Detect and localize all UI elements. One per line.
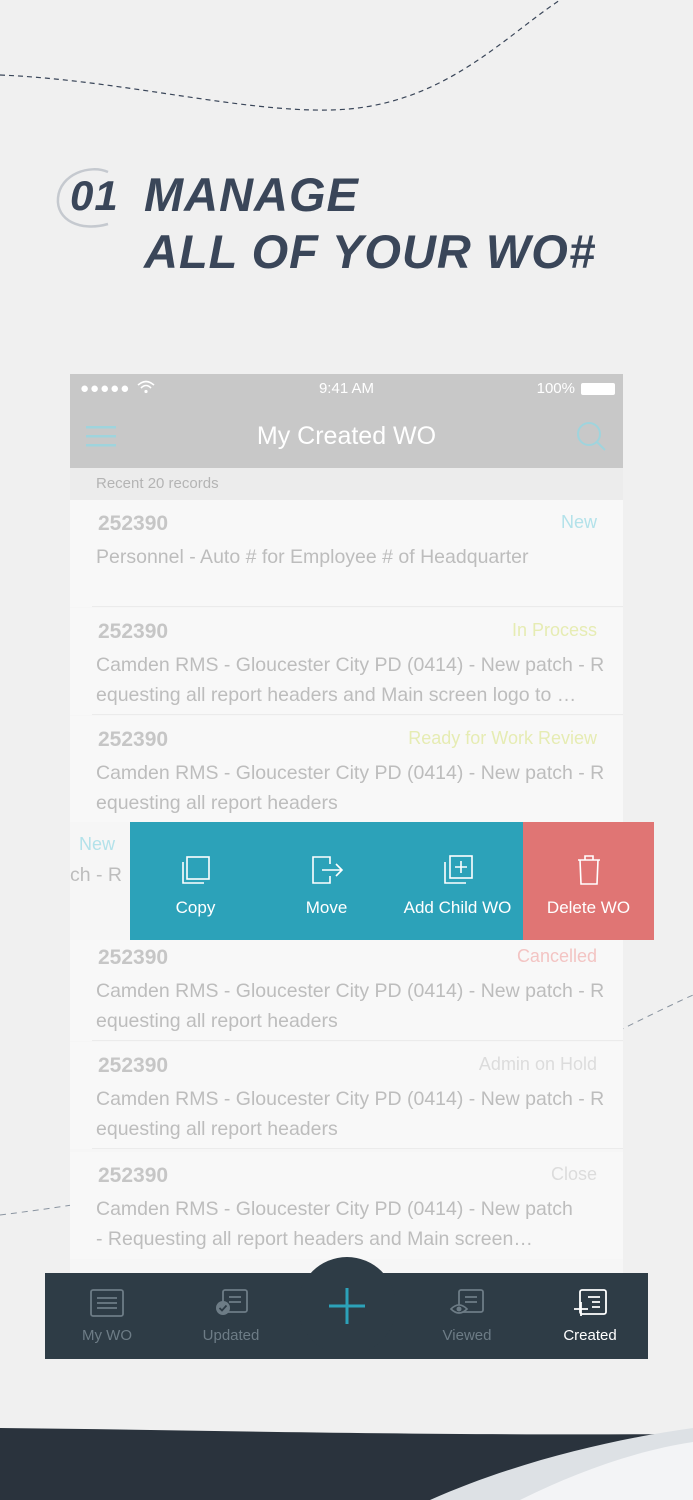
move-button[interactable]: Move [261,822,392,940]
status-bar: ●●●●● 9:41 AM 100% [70,374,623,404]
add-child-wo-button[interactable]: Add Child WO [392,822,523,940]
battery-icon [581,383,615,395]
tab-created[interactable]: Created [530,1273,650,1359]
headline-line-1: MANAGE [144,168,359,221]
step-number: 01 [70,172,119,219]
wo-description-line-2: - Requesting all report headers and Main… [96,1228,533,1250]
trash-icon [577,855,600,885]
wo-description: Camden RMS - Gloucester City PD (0414) -… [96,976,606,1036]
swiped-row[interactable]: New ch - R [70,822,130,940]
tab-label: Viewed [442,1327,492,1344]
battery-percent: 100% [536,380,575,397]
wo-number: 252390 [98,1164,169,1187]
wo-status: Admin on Hold [478,1054,597,1074]
search-icon[interactable] [575,420,607,452]
copy-button[interactable]: Copy [130,822,261,940]
tab-my-wo[interactable]: My WO [47,1273,167,1359]
document-icon [90,1289,124,1317]
wo-description-line-2: equesting all report headers [96,1118,338,1140]
add-child-wo-label: Add Child WO [403,898,512,917]
wo-description: Camden RMS - Gloucester City PD (0414) -… [96,1194,606,1254]
wo-description: Camden RMS - Gloucester City PD (0414) -… [96,1084,606,1144]
work-order-row[interactable]: 252390 Admin on Hold Camden RMS - Glouce… [70,1042,623,1149]
swiped-row-status: New [79,834,116,854]
wo-number: 252390 [98,620,169,643]
tab-updated[interactable]: Updated [171,1273,291,1359]
delete-wo-label: Delete WO [546,898,631,917]
work-order-row[interactable]: 252390 In Process Camden RMS - Glouceste… [70,608,623,715]
divider [92,1040,623,1041]
wo-description: Camden RMS - Gloucester City PD (0414) -… [96,650,606,710]
wo-description-line-2: equesting all report headers [96,792,338,814]
delete-wo-button[interactable]: Delete WO [523,822,654,940]
headline-line-2: ALL OF YOUR WO# [144,225,596,278]
work-order-row[interactable]: 252390 New Personnel - Auto # for Employ… [70,500,623,607]
divider [92,1148,623,1149]
wo-number: 252390 [98,946,169,969]
page-headline: MANAGE ALL OF YOUR WO# [144,166,596,280]
tab-label: Updated [202,1327,260,1344]
wo-description-line-1: Personnel - Auto # for Employee # of Hea… [96,546,529,568]
viewed-document-icon [449,1289,484,1314]
move-icon [311,856,343,884]
recent-records-header: Recent 20 records [70,468,623,500]
divider [92,714,623,715]
wo-status: Ready for Work Review [408,728,597,748]
wo-number: 252390 [98,512,169,535]
tab-label: Created [563,1327,617,1344]
recent-records-label: Recent 20 records [96,475,219,492]
wo-description-line-1: Camden RMS - Gloucester City PD (0414) -… [96,654,605,676]
wo-status: In Process [511,620,597,640]
wo-number: 252390 [98,728,169,751]
work-order-row[interactable]: 252390 Ready for Work Review Camden RMS … [70,716,623,823]
page-title: My Created WO [256,422,437,450]
wo-description-line-1: Camden RMS - Gloucester City PD (0414) -… [96,1088,605,1110]
work-order-row[interactable]: 252390 Close Camden RMS - Gloucester Cit… [70,1152,623,1259]
swiped-row-text: ch - R [70,864,123,886]
divider [92,606,623,607]
wo-description-line-1: Camden RMS - Gloucester City PD (0414) -… [96,980,605,1002]
nav-bar: My Created WO [70,404,623,468]
updated-document-icon [216,1289,248,1315]
move-label: Move [305,898,348,917]
swipe-actions: Copy Move Add Child WO Delete WO [130,822,654,940]
wo-status: Close [550,1164,597,1184]
wo-number: 252390 [98,1054,169,1077]
plus-icon [329,1288,365,1324]
wo-description-line-2: equesting all report headers and Main sc… [96,684,577,706]
copy-label: Copy [175,898,216,917]
tab-label: My WO [82,1327,132,1344]
decorative-bottom-band [0,1428,693,1500]
wo-description-line-1: Camden RMS - Gloucester City PD (0414) -… [96,1198,573,1220]
tab-viewed[interactable]: Viewed [407,1273,527,1359]
wo-status: Cancelled [516,946,597,966]
wo-description-line-2: equesting all report headers [96,1010,338,1032]
wo-description: Personnel - Auto # for Employee # of Hea… [96,542,606,572]
add-child-icon [443,855,473,884]
wo-description-line-1: Camden RMS - Gloucester City PD (0414) -… [96,762,605,784]
wo-status: New [560,512,597,532]
wo-description: Camden RMS - Gloucester City PD (0414) -… [96,758,606,818]
created-document-icon [574,1289,607,1316]
work-order-row[interactable]: 252390 Cancelled Camden RMS - Gloucester… [70,934,623,1041]
add-wo-fab[interactable] [298,1257,396,1355]
copy-icon [181,856,210,884]
